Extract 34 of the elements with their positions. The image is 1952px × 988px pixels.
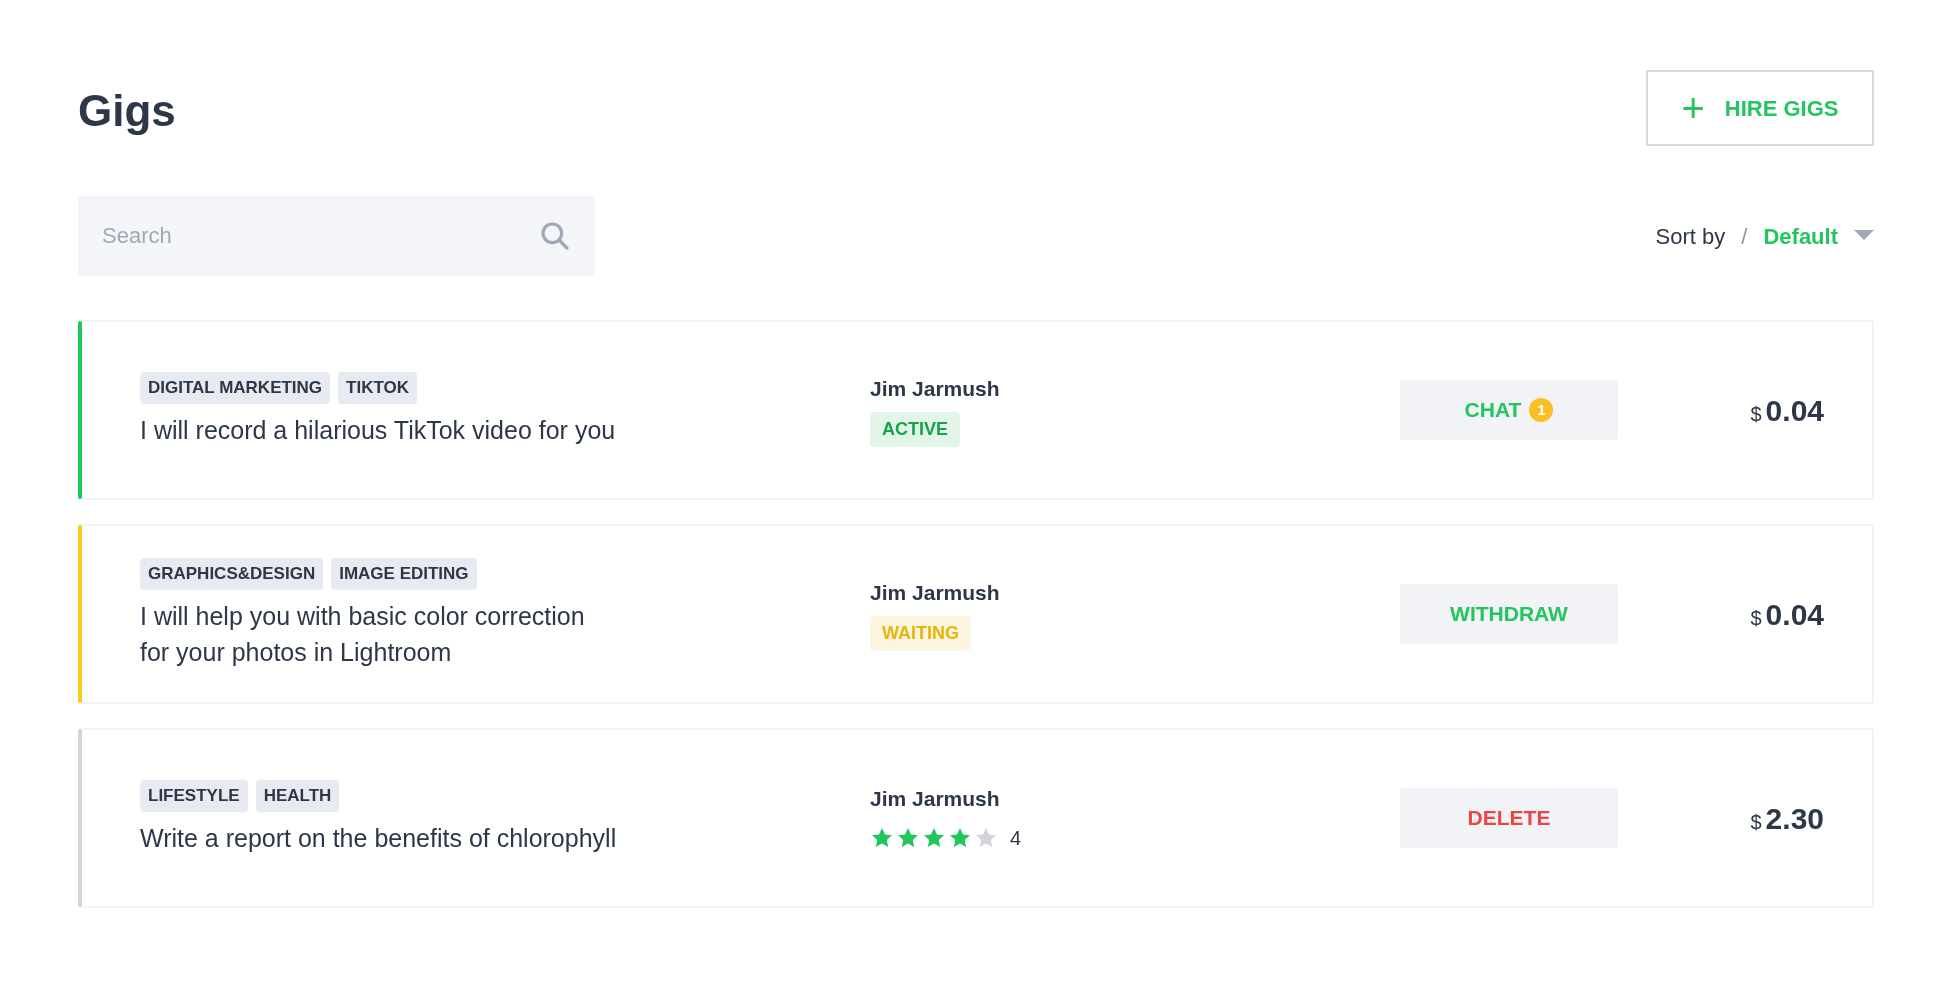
rating-value: 4 [1010,825,1022,851]
gig-title: I will record a hilarious TikTok video for you [140,414,617,446]
search-field[interactable]: Search [78,196,595,276]
action-button[interactable]: CHAT 1 [1400,380,1618,440]
category-tag: DIGITAL MARKETING [140,372,331,404]
plus-icon: + [1681,88,1705,128]
category-tag: TIKTOK [338,372,418,404]
currency-symbol: $ [1750,401,1762,427]
sort-dropdown[interactable]: Default [1763,219,1874,253]
price: 0.04 [1765,596,1824,633]
action-button[interactable]: WITHDRAW [1400,584,1618,644]
search-icon [539,220,571,252]
status-badge: WAITING [870,616,971,652]
price: 2.30 [1765,800,1824,837]
gig-title: I will help you with basic color correction for your photos in Lightroom [140,600,586,668]
caret-icon [1854,230,1874,242]
action-button[interactable]: DELETE [1400,788,1618,848]
sort-label: Sort by [1655,222,1726,251]
seller-name: Jim Jarmush [870,786,1001,813]
page-title: Gigs [78,85,176,137]
currency-symbol: $ [1750,605,1762,631]
seller-name: Jim Jarmush [870,375,1001,402]
status-badge: ACTIVE [870,412,960,448]
category-tag: LIFESTYLE [140,780,248,812]
category-tag: HEALTH [255,780,340,812]
gig-title: Write a report on the benefits of chlorophyll [140,822,618,854]
sort-separator: / [1741,222,1748,251]
seller-name: Jim Jarmush [870,579,1001,606]
currency-symbol: $ [1750,809,1762,835]
hire-gigs-button[interactable]: + HIRE GIGS [1646,70,1874,146]
category-tag: GRAPHICS&DESIGN [140,558,324,590]
price: 0.04 [1765,392,1824,429]
category-tag: IMAGE EDITING [331,558,477,590]
notification-badge: 1 [1529,398,1554,422]
